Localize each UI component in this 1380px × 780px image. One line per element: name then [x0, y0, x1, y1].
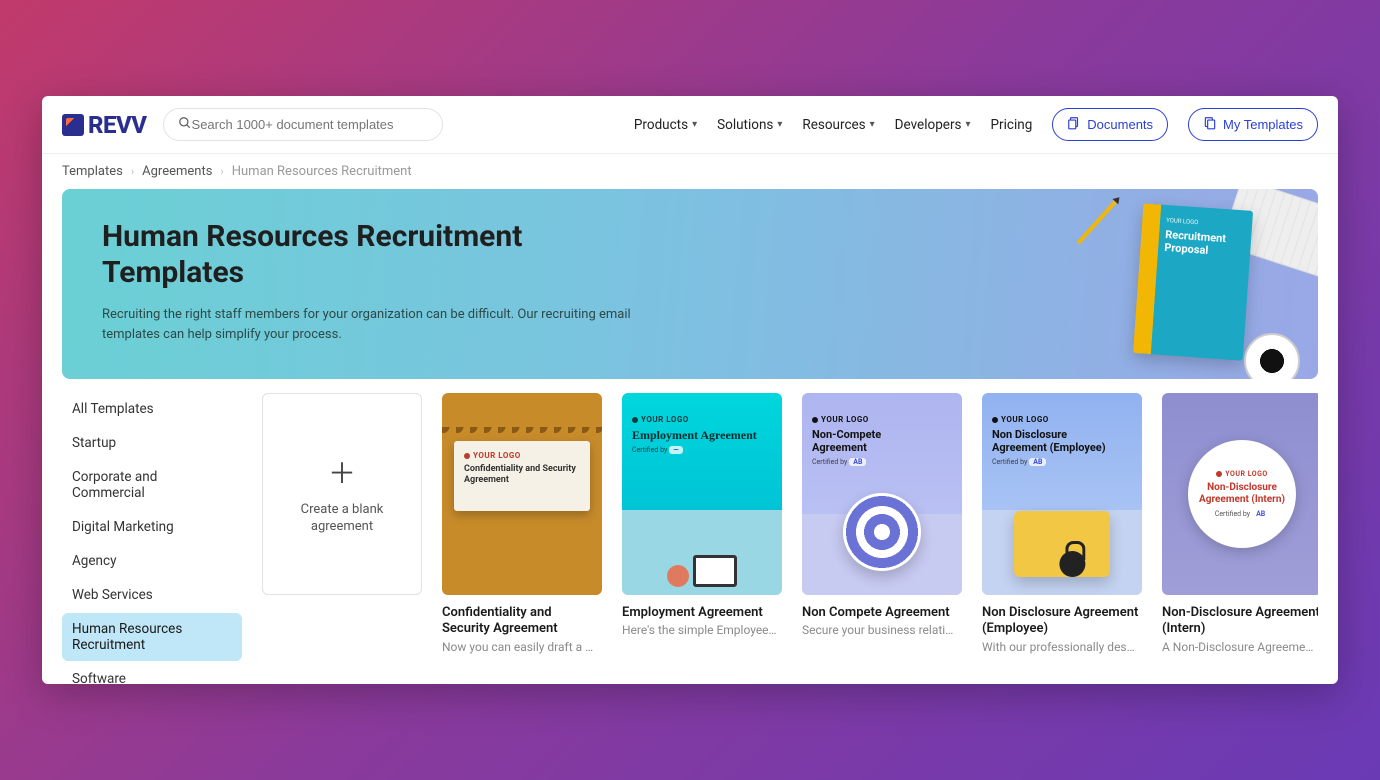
lock-icon [1059, 551, 1085, 577]
thumb-cert: Certified by [632, 446, 667, 454]
thumb-logo: YOUR LOGO [1001, 415, 1049, 424]
document-preview-icon: YOUR LOGO Recruitment Proposal [1133, 203, 1253, 360]
breadcrumb-agreements[interactable]: Agreements [142, 164, 212, 179]
nav-developers-label: Developers [895, 117, 962, 133]
sidebar-item-all-templates[interactable]: All Templates [62, 393, 242, 425]
nav-resources[interactable]: Resources ▾ [802, 117, 874, 133]
app-window: REVV Products ▾ Solutions ▾ Resources ▾ … [42, 96, 1338, 684]
template-title: Confidentiality and Security Agreement [442, 605, 602, 638]
target-icon [843, 493, 921, 571]
template-desc: Secure your business relati… [802, 623, 962, 637]
page-subtitle: Recruiting the right staff members for y… [102, 305, 662, 344]
page-title: Human Resources Recruitment Templates [102, 219, 662, 291]
nav-solutions-label: Solutions [717, 117, 773, 133]
chevron-down-icon: ▾ [692, 119, 697, 130]
thumb-logo: YOUR LOGO [1225, 470, 1267, 478]
template-desc: With our professionally des… [982, 640, 1142, 654]
template-desc: Now you can easily draft a … [442, 640, 602, 654]
header: REVV Products ▾ Solutions ▾ Resources ▾ … [42, 96, 1338, 154]
nav-pricing-label: Pricing [991, 117, 1033, 133]
brand-name: REVV [88, 111, 147, 139]
thumb-title: Non-Disclosure Agreement (Intern) [1198, 482, 1286, 506]
hero-doc-title: Recruitment Proposal [1164, 228, 1246, 260]
brand-logo[interactable]: REVV [62, 111, 147, 139]
template-title: Non Compete Agreement [802, 605, 962, 621]
search-input[interactable] [192, 117, 428, 132]
breadcrumb-templates[interactable]: Templates [62, 164, 123, 179]
monitor-icon [693, 555, 737, 587]
sidebar-item-corporate[interactable]: Corporate and Commercial [62, 461, 242, 509]
template-desc: A Non-Disclosure Agreeme… [1162, 640, 1318, 654]
documents-icon [1067, 116, 1081, 133]
template-thumb: YOUR LOGO Confidentiality and Security A… [442, 393, 602, 595]
nav-developers[interactable]: Developers ▾ [895, 117, 971, 133]
template-card[interactable]: YOUR LOGO Non-Compete Agreement Certifie… [802, 393, 962, 664]
template-title: Employment Agreement [622, 605, 782, 621]
my-templates-label: My Templates [1223, 117, 1303, 132]
thumb-logo: YOUR LOGO [821, 415, 869, 424]
create-blank-label: Create a blank agreement [287, 502, 397, 536]
chevron-right-icon: › [220, 165, 223, 178]
hero-doc-logo: YOUR LOGO [1166, 217, 1246, 230]
category-sidebar: All Templates Startup Corporate and Comm… [62, 393, 242, 664]
thumb-title: Non-Compete Agreement [812, 428, 932, 454]
chevron-down-icon: ▾ [965, 119, 970, 130]
hero-banner: Human Resources Recruitment Templates Re… [62, 189, 1318, 379]
nav-products[interactable]: Products ▾ [634, 117, 697, 133]
sidebar-item-hr-recruitment[interactable]: Human Resources Recruitment [62, 613, 242, 661]
breadcrumb-current: Human Resources Recruitment [232, 164, 412, 179]
documents-button[interactable]: Documents [1052, 108, 1168, 141]
brand-mark-icon [62, 114, 84, 136]
template-thumb: YOUR LOGO Non-Disclosure Agreement (Inte… [1162, 393, 1318, 595]
pencil-icon [1076, 197, 1119, 244]
template-desc: Here's the simple Employee… [622, 623, 782, 637]
chevron-down-icon: ▾ [870, 119, 875, 130]
top-nav: Products ▾ Solutions ▾ Resources ▾ Devel… [634, 108, 1318, 141]
create-blank-card[interactable]: ＋ Create a blank agreement [262, 393, 422, 664]
template-thumb: YOUR LOGO Non-Compete Agreement Certifie… [802, 393, 962, 595]
content-body: All Templates Startup Corporate and Comm… [42, 393, 1338, 684]
coffee-cup-icon [1244, 333, 1300, 379]
breadcrumb: Templates › Agreements › Human Resources… [42, 154, 1338, 189]
nav-solutions[interactable]: Solutions ▾ [717, 117, 782, 133]
template-title: Non Disclosure Agreement (Employee) [982, 605, 1142, 638]
template-thumb: YOUR LOGO Employment Agreement Certified… [622, 393, 782, 595]
template-thumb: YOUR LOGO Non Disclosure Agreement (Empl… [982, 393, 1142, 595]
create-blank-thumb: ＋ Create a blank agreement [262, 393, 422, 595]
nav-resources-label: Resources [802, 117, 865, 133]
sidebar-item-software[interactable]: Software [62, 663, 242, 684]
template-card[interactable]: YOUR LOGO Non-Disclosure Agreement (Inte… [1162, 393, 1318, 664]
template-card[interactable]: YOUR LOGO Confidentiality and Security A… [442, 393, 602, 664]
thumb-title: Non Disclosure Agreement (Employee) [992, 428, 1112, 454]
thumb-cert: Certified by [1215, 510, 1250, 518]
nav-products-label: Products [634, 117, 688, 133]
thumb-logo: YOUR LOGO [641, 415, 689, 424]
template-card[interactable]: YOUR LOGO Non Disclosure Agreement (Empl… [982, 393, 1142, 664]
thumb-cert: Certified by [992, 458, 1027, 466]
my-templates-button[interactable]: My Templates [1188, 108, 1318, 141]
templates-icon [1203, 116, 1217, 133]
sidebar-item-startup[interactable]: Startup [62, 427, 242, 459]
thumb-logo: YOUR LOGO [473, 451, 521, 460]
template-card[interactable]: YOUR LOGO Employment Agreement Certified… [622, 393, 782, 664]
chevron-right-icon: › [131, 165, 134, 178]
clock-icon [667, 565, 689, 587]
search-icon [178, 115, 192, 134]
hero-illustration: YOUR LOGO Recruitment Proposal [1018, 189, 1318, 379]
sidebar-item-agency[interactable]: Agency [62, 545, 242, 577]
sidebar-item-digital-marketing[interactable]: Digital Marketing [62, 511, 242, 543]
thumb-title: Employment Agreement [632, 428, 757, 442]
thumb-title: Confidentiality and Security Agreement [464, 464, 580, 486]
template-grid: ＋ Create a blank agreement YOUR LOGO Con… [262, 393, 1318, 664]
sidebar-item-web-services[interactable]: Web Services [62, 579, 242, 611]
plus-icon: ＋ [328, 452, 356, 492]
template-title: Non-Disclosure Agreement (Intern) [1162, 605, 1318, 638]
thumb-cert: Certified by [812, 458, 847, 466]
search-box[interactable] [163, 108, 443, 141]
nav-pricing[interactable]: Pricing [991, 117, 1033, 133]
chevron-down-icon: ▾ [777, 119, 782, 130]
documents-label: Documents [1087, 117, 1153, 132]
